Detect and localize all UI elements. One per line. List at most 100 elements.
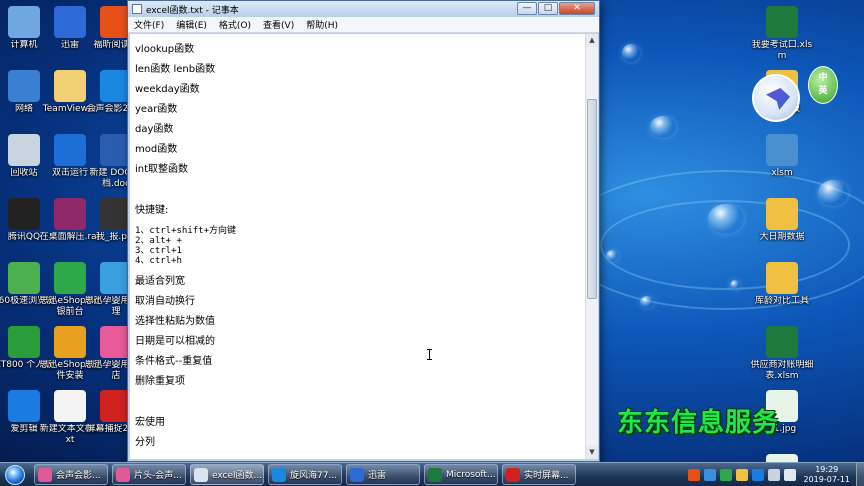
app-icon	[54, 326, 86, 358]
taskbar-app-icon	[428, 467, 442, 482]
scroll-down-arrow-icon[interactable]: ▼	[586, 446, 598, 459]
wallpaper-drop	[708, 204, 744, 234]
taskbar-item-label: Microsoft...	[446, 469, 496, 480]
taskbar-item[interactable]: 迅雷	[346, 464, 420, 485]
shortcut-line: 3、ctrl+1	[135, 246, 182, 256]
shortcut-title: 快捷键:	[135, 205, 169, 216]
wallpaper-drop	[650, 116, 676, 138]
window-title: excel函数.txt - 记事本	[146, 5, 239, 16]
desktop-icon-label: 库龄对比工具	[754, 296, 809, 306]
network-icon[interactable]	[767, 469, 780, 481]
app-icon	[766, 134, 798, 166]
sogou-ime-icon[interactable]	[687, 469, 700, 481]
app-icon	[54, 262, 86, 294]
app-icon	[8, 70, 40, 102]
app-icon	[8, 198, 40, 230]
wallpaper-drop	[640, 296, 654, 308]
menu-file[interactable]: 文件(F)	[128, 18, 170, 31]
volume-icon[interactable]	[783, 469, 796, 481]
notepad-window[interactable]: excel函数.txt - 记事本 — □ ✕ 文件(F) 编辑(E) 格式(O…	[127, 0, 600, 462]
notepad-titlebar[interactable]: excel函数.txt - 记事本 — □ ✕	[128, 1, 599, 17]
app-icon	[8, 390, 40, 422]
menu-view[interactable]: 查看(V)	[257, 18, 300, 31]
minimize-button[interactable]: —	[517, 2, 537, 15]
text-cursor-icon	[427, 349, 432, 360]
taskbar-item-label: 片头-会声...	[134, 471, 182, 481]
floating-app-icon[interactable]	[752, 74, 800, 122]
text-line: mod函数	[135, 144, 178, 155]
app-icon	[766, 326, 798, 358]
menu-help[interactable]: 帮助(H)	[300, 18, 344, 31]
text-line: int取整函数	[135, 164, 189, 175]
clock-date: 2019-07-11	[803, 475, 851, 484]
text-line: 最适合列宽	[135, 276, 185, 287]
wallpaper-drop	[730, 280, 740, 290]
taskbar-item[interactable]: 实时屏幕...	[502, 464, 576, 485]
close-button[interactable]: ✕	[559, 2, 595, 15]
taskbar-item[interactable]: Microsoft...	[424, 464, 498, 485]
taskbar-app-icon	[506, 467, 520, 482]
taskbar-item-label: 会声会影...	[56, 471, 101, 481]
app-icon	[8, 262, 40, 294]
menu-edit[interactable]: 编辑(E)	[170, 18, 213, 31]
scroll-up-arrow-icon[interactable]: ▲	[586, 34, 598, 47]
start-button[interactable]	[0, 463, 30, 486]
text-line: 日期是可以相减的	[135, 336, 215, 347]
bird-icon	[766, 88, 790, 110]
wallpaper-drop	[818, 180, 848, 206]
wallpaper-drop	[606, 250, 618, 262]
taskbar-app-icon	[272, 467, 286, 482]
tray-app-icon[interactable]	[719, 469, 732, 481]
tray-app-icon[interactable]	[751, 469, 764, 481]
desktop-icon-label: 我要考试口.xlsm	[751, 40, 813, 61]
app-icon	[54, 134, 86, 166]
menu-bar: 文件(F) 编辑(E) 格式(O) 查看(V) 帮助(H)	[128, 17, 599, 33]
app-icon	[766, 6, 798, 38]
scrollbar-thumb[interactable]	[587, 99, 597, 299]
taskbar-item[interactable]: excel函数...	[190, 464, 264, 485]
app-icon	[54, 70, 86, 102]
desktop-icon[interactable]: 我要考试口.xlsm	[750, 6, 814, 62]
vertical-scrollbar[interactable]: ▲ ▼	[585, 34, 598, 459]
text-line: 宏使用	[135, 417, 165, 428]
ime-badge[interactable]: 中 英	[808, 66, 838, 104]
app-icon	[54, 6, 86, 38]
text-line: year函数	[135, 104, 178, 115]
shortcut-line: 1、ctrl+shift+方向键	[135, 226, 237, 236]
desktop-icon-label: xlsm	[771, 168, 793, 178]
menu-format[interactable]: 格式(O)	[213, 18, 257, 31]
taskbar-app-icon	[194, 467, 208, 482]
text-line: day函数	[135, 124, 174, 135]
taskbar-item-label: 旋风海77...	[290, 471, 338, 481]
desktop-icon[interactable]: 大日期数据	[750, 198, 814, 254]
tray-app-icon[interactable]	[735, 469, 748, 481]
shortcut-line: 4、ctrl+h	[135, 256, 182, 266]
show-desktop-button[interactable]	[856, 463, 864, 486]
taskbar: 会声会影... 片头-会声... excel函数... 旋风海77... 迅雷 Micro…	[0, 462, 864, 486]
system-tray: 19:29 2019-07-11	[684, 463, 864, 486]
windows-logo-icon	[5, 464, 25, 485]
desktop-icon-label: 大日期数据	[759, 232, 805, 242]
taskbar-items: 会声会影... 片头-会声... excel函数... 旋风海77... 迅雷 Micro…	[30, 464, 576, 485]
taskbar-item[interactable]: 片头-会声...	[112, 464, 186, 485]
maximize-button[interactable]: □	[538, 2, 558, 15]
clock-time: 19:29	[815, 465, 839, 474]
shortcut-line: 2、alt+ +	[135, 236, 182, 246]
taskbar-app-icon	[350, 467, 364, 482]
app-icon	[8, 326, 40, 358]
system-clock[interactable]: 19:29 2019-07-11	[804, 465, 851, 485]
tray-app-icon[interactable]	[703, 469, 716, 481]
desktop-icon[interactable]: 供应商对账明细表.xlsm	[750, 326, 814, 382]
desktop-icon[interactable]: xlsm	[750, 134, 814, 190]
text-editor[interactable]: vlookup函数 len函数 lenb函数 weekday函数 year函数 …	[130, 34, 585, 459]
app-icon	[54, 390, 86, 422]
text-line: 条件格式--重复值	[135, 356, 213, 367]
desktop-icon[interactable]: 库龄对比工具	[750, 262, 814, 318]
app-icon	[766, 198, 798, 230]
taskbar-item[interactable]: 旋风海77...	[268, 464, 342, 485]
taskbar-item-label: 实时屏幕...	[524, 471, 569, 481]
app-icon	[8, 6, 40, 38]
text-line: 选择性粘贴为数值	[135, 316, 215, 327]
taskbar-item[interactable]: 会声会影...	[34, 464, 108, 485]
wallpaper-drop	[622, 44, 640, 62]
